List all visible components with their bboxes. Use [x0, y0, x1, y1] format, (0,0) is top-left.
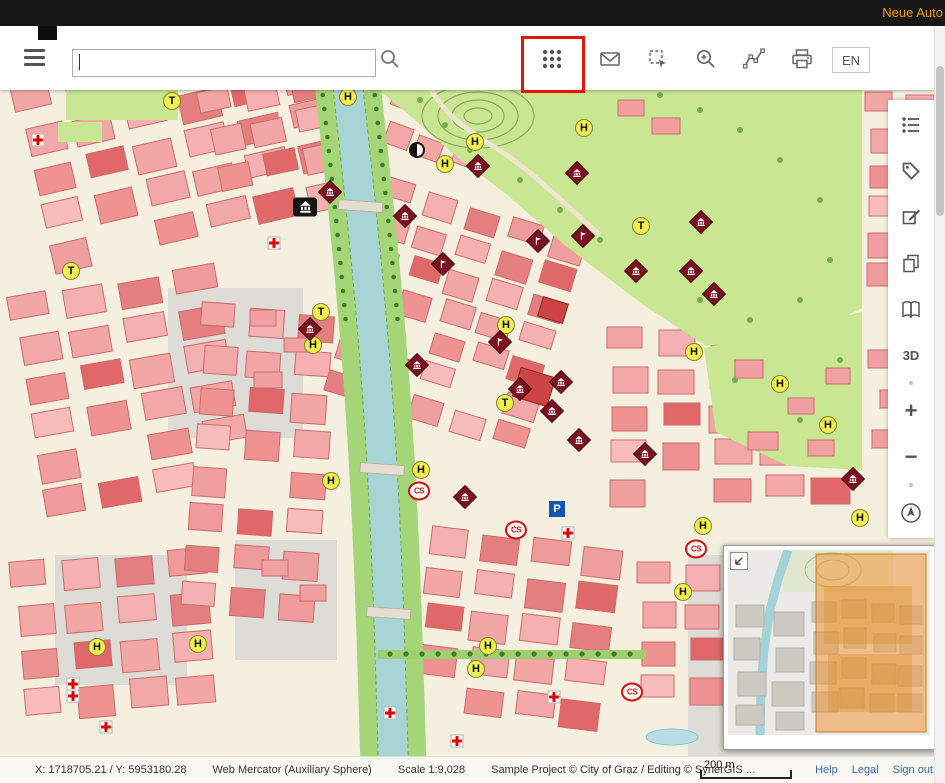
scale-readout: Scale 1:9,028 — [398, 764, 465, 776]
transit-stop-marker[interactable]: H — [694, 517, 712, 535]
transit-stop-marker[interactable]: H — [322, 472, 340, 490]
measure-button[interactable] — [734, 42, 774, 76]
transit-stop-marker[interactable]: T — [62, 262, 80, 280]
carsharing-marker[interactable]: CS — [408, 482, 430, 501]
transit-stop-marker[interactable]: H — [466, 133, 484, 151]
carsharing-marker[interactable]: CS — [685, 540, 707, 559]
legend-button[interactable] — [888, 286, 934, 332]
overview-map[interactable] — [723, 545, 945, 750]
zoom-out-button[interactable]: − — [888, 434, 934, 480]
locate-icon — [899, 501, 923, 525]
footer-links: Help Legal Sign out — [815, 764, 933, 776]
transit-stop-marker[interactable]: H — [851, 509, 869, 527]
search-icon — [378, 47, 402, 71]
first-aid-marker[interactable] — [451, 735, 464, 748]
labels-icon — [900, 160, 922, 182]
menu-button[interactable] — [22, 45, 48, 71]
map-application-window: HHHHHHHHHHHHHHHHHHTTTTTCSCSCSCSP Neue Au… — [0, 0, 945, 783]
help-link[interactable]: Help — [815, 764, 838, 776]
monument-marker[interactable] — [409, 142, 425, 158]
carsharing-marker[interactable]: CS — [621, 683, 643, 702]
language-button[interactable]: EN — [832, 47, 870, 73]
transit-stop-marker[interactable]: H — [189, 635, 207, 653]
first-aid-marker[interactable] — [67, 690, 80, 703]
layer-list-icon — [900, 114, 922, 136]
transit-stop-marker[interactable]: H — [467, 660, 485, 678]
collapse-overview-button[interactable] — [730, 552, 748, 570]
transit-stop-marker[interactable]: H — [819, 416, 837, 434]
email-button[interactable] — [590, 42, 630, 76]
transit-stop-marker[interactable]: T — [312, 303, 330, 321]
top-news-bar: Neue Auto — [0, 0, 945, 26]
news-ticker: Neue Auto — [882, 5, 943, 20]
locate-button[interactable] — [888, 490, 934, 536]
toolbar-divider — [909, 381, 913, 385]
search-button[interactable] — [370, 42, 410, 76]
legal-link[interactable]: Legal — [852, 764, 879, 776]
first-aid-marker[interactable] — [548, 691, 561, 704]
text-caret — [79, 54, 80, 70]
overview-map-canvas[interactable] — [728, 550, 930, 735]
coordinates-readout: X: 1718705.21 / Y: 5953180.28 — [35, 764, 187, 776]
transit-stop-marker[interactable]: H — [685, 343, 703, 361]
print-icon — [790, 47, 814, 71]
transit-stop-marker[interactable]: H — [88, 638, 106, 656]
first-aid-marker[interactable] — [100, 721, 113, 734]
labels-button[interactable] — [888, 148, 934, 194]
email-icon — [598, 47, 622, 71]
first-aid-marker[interactable] — [268, 237, 281, 250]
apps-grid-icon — [540, 47, 564, 71]
edit-button[interactable] — [888, 194, 934, 240]
measure-icon — [742, 47, 766, 71]
right-toolbar: 3D + − — [888, 100, 934, 538]
zoom-in-button[interactable]: + — [888, 388, 934, 434]
select-region-icon — [646, 47, 670, 71]
copy-icon — [900, 252, 922, 274]
scale-bar-line — [700, 770, 792, 779]
legend-icon — [900, 298, 922, 320]
collapse-arrow-icon — [732, 554, 746, 568]
transit-stop-marker[interactable]: H — [412, 461, 430, 479]
zoom-selection-button[interactable] — [686, 42, 726, 76]
transit-stop-marker[interactable]: H — [436, 155, 454, 173]
transit-stop-marker[interactable]: H — [479, 637, 497, 655]
first-aid-marker[interactable] — [384, 707, 397, 720]
edit-icon — [900, 206, 922, 228]
transit-stop-marker[interactable]: T — [496, 394, 514, 412]
scale-bar: 200 m — [700, 760, 792, 779]
parking-marker[interactable]: P — [549, 501, 565, 517]
select-region-button[interactable] — [638, 42, 678, 76]
layer-list-button[interactable] — [888, 102, 934, 148]
museum-landmark-marker[interactable] — [293, 198, 317, 217]
carsharing-marker[interactable]: CS — [505, 521, 527, 540]
transit-stop-marker[interactable]: H — [674, 583, 692, 601]
app-logo — [38, 24, 57, 40]
first-aid-marker[interactable] — [562, 527, 575, 540]
main-toolbar: EN — [0, 26, 945, 90]
transit-stop-marker[interactable]: H — [575, 119, 593, 137]
transit-stop-marker[interactable]: T — [632, 217, 650, 235]
status-bar: X: 1718705.21 / Y: 5953180.28 Web Mercat… — [0, 756, 945, 783]
view-3d-button[interactable]: 3D — [888, 332, 934, 378]
print-button[interactable] — [782, 42, 822, 76]
transit-stop-marker[interactable]: H — [339, 88, 357, 106]
scrollbar-thumb[interactable] — [936, 66, 944, 216]
transit-stop-marker[interactable]: H — [771, 375, 789, 393]
sign-out-link[interactable]: Sign out — [893, 764, 933, 776]
projection-readout: Web Mercator (Auxiliary Sphere) — [213, 764, 372, 776]
zoom-selection-icon — [694, 47, 718, 71]
toolbar-divider — [909, 483, 913, 487]
copy-button[interactable] — [888, 240, 934, 286]
page-scrollbar[interactable] — [934, 26, 945, 783]
search-input[interactable] — [72, 49, 376, 77]
apps-grid-button[interactable] — [532, 42, 572, 76]
first-aid-marker[interactable] — [32, 134, 45, 147]
transit-stop-marker[interactable]: T — [163, 92, 181, 110]
